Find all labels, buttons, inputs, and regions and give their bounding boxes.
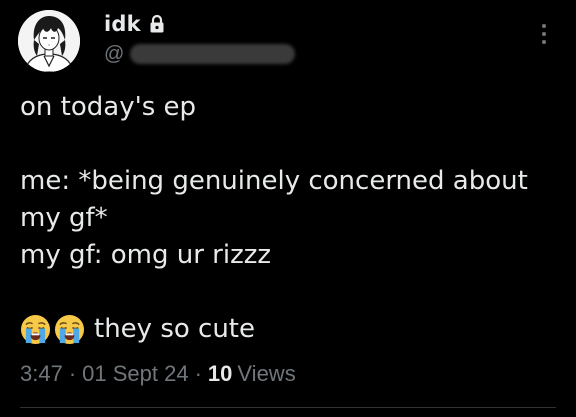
- redacted-handle: [130, 44, 296, 64]
- author-handle-prefix[interactable]: @: [104, 43, 124, 66]
- tweet-text-line: me: *being genuinely concerned about: [20, 166, 528, 196]
- tweet-date[interactable]: 01 Sept 24: [82, 361, 188, 387]
- avatar-anime-character-icon: [18, 10, 80, 72]
- more-options-icon[interactable]: [534, 22, 554, 46]
- views-count[interactable]: 10: [208, 361, 232, 387]
- views-label[interactable]: Views: [237, 361, 295, 387]
- tweet-text-line: they so cute: [94, 314, 256, 344]
- tweet-text-line: my gf: omg ur rizzz: [20, 240, 272, 270]
- loudly-crying-face-emoji-icon: [20, 314, 51, 345]
- author-name-row: idk: [104, 10, 165, 38]
- tweet-time[interactable]: 3:47: [20, 361, 63, 387]
- meta-separator: ·: [68, 361, 77, 386]
- tweet-meta: 3:47 · 01 Sept 24 · 10 Views: [20, 358, 296, 390]
- avatar[interactable]: [18, 10, 80, 72]
- tweet-text-line: on today's ep: [20, 92, 197, 122]
- tweet-text-line-with-emoji: they so cute: [20, 311, 255, 347]
- loudly-crying-face-emoji-icon: [54, 314, 85, 345]
- author-display-name[interactable]: idk: [104, 12, 141, 36]
- tweet: idk @ on today's ep me: *being genuinely…: [0, 0, 576, 417]
- divider: [20, 407, 556, 408]
- author-handle-row: @: [104, 41, 296, 67]
- lock-icon: [149, 14, 165, 34]
- meta-separator: ·: [194, 361, 202, 386]
- tweet-text-line: my gf*: [20, 203, 108, 233]
